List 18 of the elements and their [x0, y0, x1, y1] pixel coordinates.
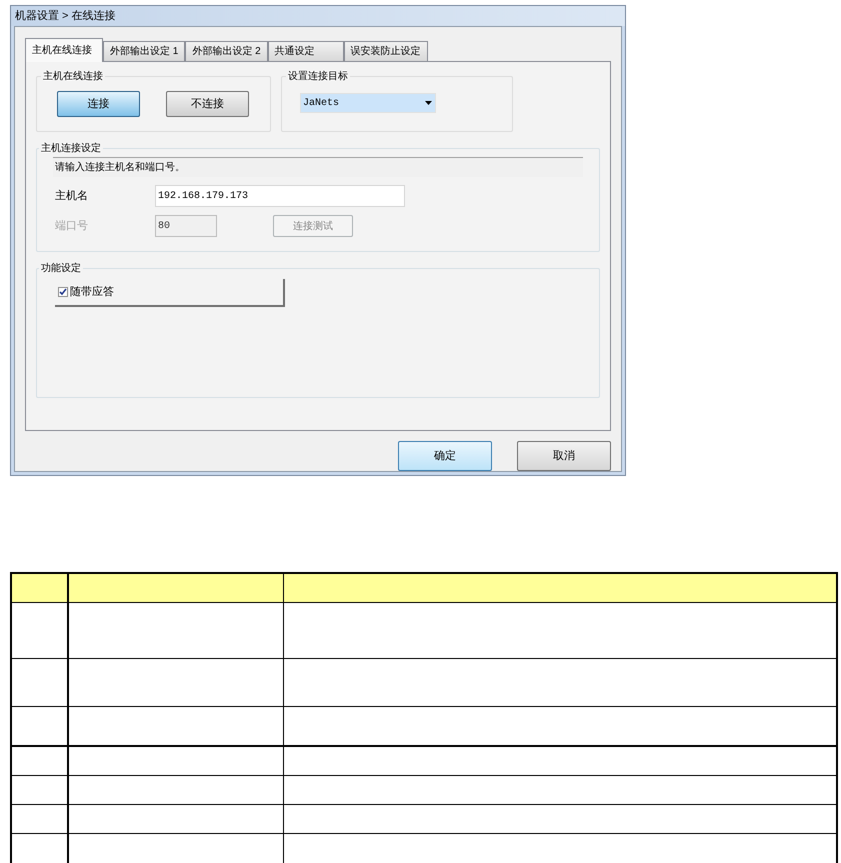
feature-checkbox[interactable]: 随带应答: [55, 279, 285, 307]
dialog-button[interactable]: 确定: [398, 441, 492, 471]
dialog-button[interactable]: 取消: [517, 441, 611, 471]
tab[interactable]: 外部输出设定 1: [103, 41, 186, 61]
connect-option-button[interactable]: 连接: [57, 91, 140, 117]
field-label: 端口号: [55, 218, 89, 234]
checkbox-icon[interactable]: [58, 287, 68, 297]
connect-option-button[interactable]: 不连接: [166, 91, 249, 117]
dropdown-caret-icon: [425, 101, 432, 105]
field-label: 主机名: [55, 188, 89, 204]
target-dropdown[interactable]: JaNets: [300, 93, 436, 113]
tab[interactable]: 主机在线连接: [25, 38, 103, 62]
tab[interactable]: 外部输出设定 2: [185, 41, 268, 61]
tab[interactable]: 共通设定: [268, 41, 344, 61]
window-title: 机器设置 > 在线连接: [11, 6, 625, 26]
dropdown-value: JaNets: [303, 96, 340, 110]
tab[interactable]: 误安装防止设定: [344, 41, 428, 61]
input-field[interactable]: 192.168.179.173: [155, 185, 405, 207]
